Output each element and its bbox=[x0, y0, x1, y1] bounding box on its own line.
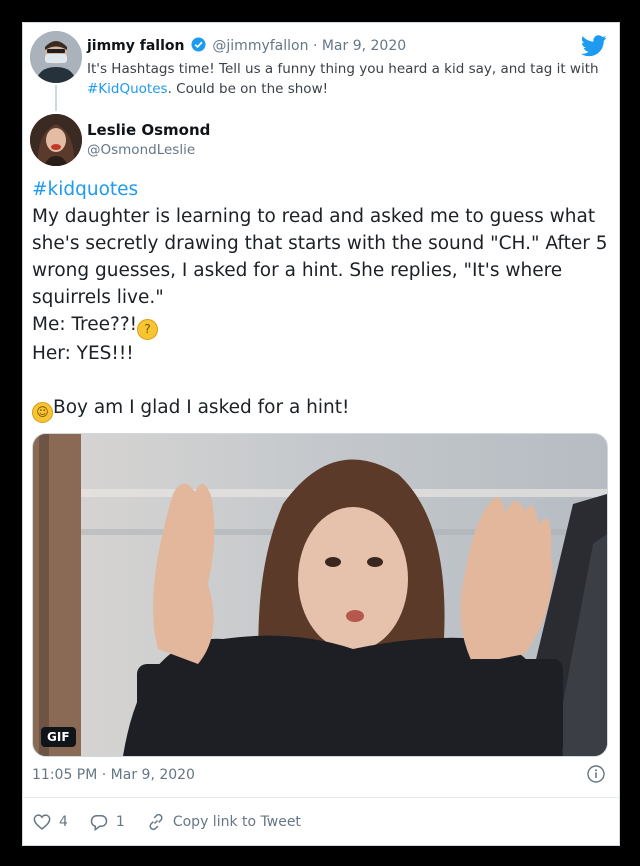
copy-link-label: Copy link to Tweet bbox=[172, 814, 301, 830]
tweet-gif-media[interactable]: GIF bbox=[32, 433, 608, 757]
parent-author-handle[interactable]: @jimmyfallon bbox=[212, 38, 308, 54]
verified-badge-icon bbox=[191, 37, 206, 56]
tweet-author-name[interactable]: Leslie Osmond bbox=[87, 121, 210, 139]
laughing-face-icon: ☺ bbox=[32, 402, 53, 423]
tweet-author-handle[interactable]: @OsmondLeslie bbox=[87, 142, 195, 158]
kidquotes-hashtag[interactable]: #kidquotes bbox=[32, 176, 612, 203]
tweet-line-final: ☺ Boy am I glad I asked for a hint! bbox=[32, 394, 612, 423]
tweet-line-2: she's secretly drawing that starts with … bbox=[32, 233, 608, 254]
parent-date[interactable]: Mar 9, 2020 bbox=[322, 38, 406, 54]
tweet-text: #kidquotes My daughter is learning to re… bbox=[32, 176, 612, 423]
like-count: 4 bbox=[59, 814, 68, 830]
me-line-text: Me: Tree??! bbox=[32, 314, 138, 335]
parent-tweet-text: It's Hashtags time! Tell us a funny thin… bbox=[87, 59, 607, 99]
tweet-actions-bar: 4 1 Copy link to Tweet bbox=[33, 813, 323, 831]
leslie-osmond-avatar[interactable] bbox=[30, 114, 82, 166]
parent-text-end: . Could be on the show! bbox=[167, 81, 329, 97]
info-icon[interactable] bbox=[587, 765, 605, 787]
heart-icon bbox=[33, 814, 51, 830]
reply-count: 1 bbox=[115, 814, 125, 830]
gif-preview-image bbox=[33, 434, 607, 756]
tweet-timestamp[interactable]: 11:05 PM · Mar 9, 2020 bbox=[32, 767, 195, 783]
link-chain-icon bbox=[149, 813, 163, 831]
parent-author-name[interactable]: jimmy fallon bbox=[87, 38, 185, 54]
copy-link-button[interactable]: Copy link to Tweet bbox=[147, 813, 301, 831]
tweet-line-3: wrong guesses, I asked for a hint. She r… bbox=[32, 260, 563, 281]
thread-connector bbox=[55, 85, 57, 111]
parent-tweet-header: jimmy fallon @jimmyfallon · Mar 9, 2020 bbox=[87, 37, 406, 56]
embedded-tweet-card: jimmy fallon @jimmyfallon · Mar 9, 2020 … bbox=[22, 22, 620, 846]
jimmy-fallon-avatar[interactable] bbox=[30, 31, 82, 83]
final-line-text: Boy am I glad I asked for a hint! bbox=[53, 397, 350, 418]
gif-badge: GIF bbox=[41, 727, 76, 747]
thinking-face-icon: ? bbox=[137, 319, 159, 340]
separator-dot: · bbox=[312, 38, 318, 54]
tweet-line-her: Her: YES!!! bbox=[32, 343, 134, 364]
tweet-line-4: squirrels live." bbox=[32, 287, 164, 308]
kidquotes-hashtag-link[interactable]: #KidQuotes bbox=[87, 81, 168, 97]
tweet-line-me: Me: Tree??!? bbox=[32, 311, 612, 340]
twitter-bird-icon[interactable] bbox=[580, 35, 607, 61]
tweet-line-1: My daughter is learning to read and aske… bbox=[32, 206, 596, 227]
like-button[interactable]: 4 bbox=[33, 814, 68, 830]
divider bbox=[23, 797, 619, 798]
reply-bubble-icon bbox=[90, 814, 108, 831]
parent-text-start: It's Hashtags time! Tell us a funny thin… bbox=[87, 61, 599, 77]
reply-button[interactable]: 1 bbox=[90, 814, 125, 831]
